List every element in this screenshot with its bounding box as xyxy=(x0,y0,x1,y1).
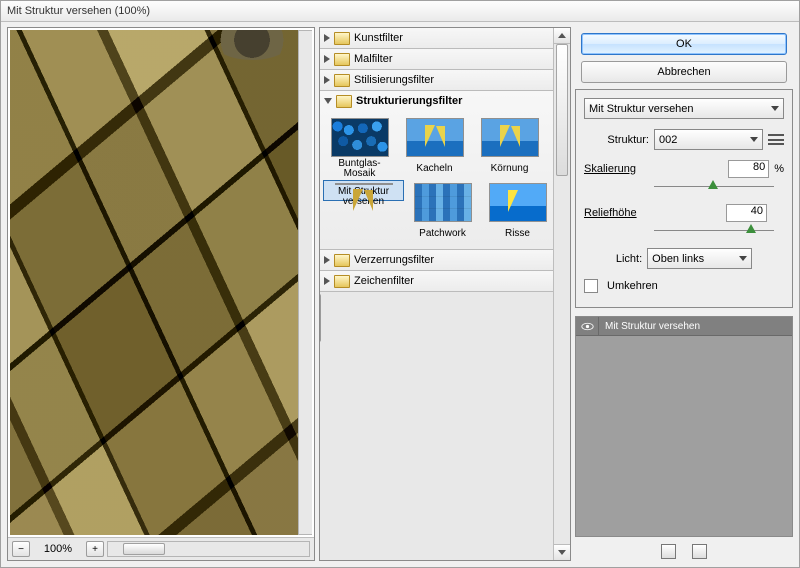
category-label: Kunstfilter xyxy=(354,32,403,44)
folder-icon xyxy=(334,275,350,288)
new-effect-layer-icon[interactable] xyxy=(661,544,676,559)
category-strukturierungsfilter[interactable]: Strukturierungsfilter xyxy=(320,91,570,111)
filter-name-select[interactable]: Mit Struktur versehen xyxy=(584,98,784,119)
cancel-button[interactable]: Abbrechen xyxy=(581,61,787,83)
filter-thumb-label: Patchwork xyxy=(419,224,466,244)
category-malfilter[interactable]: Malfilter xyxy=(320,49,570,69)
filter-thumb-icon xyxy=(481,118,539,157)
licht-value: Oben links xyxy=(652,253,704,265)
filter-options-box: Mit Struktur versehen Struktur: 002 Skal… xyxy=(575,89,793,308)
filter-koernung[interactable]: Körnung xyxy=(473,115,546,180)
filter-categories-panel: Kunstfilter Malfilter Stilisierungsfilte… xyxy=(319,27,571,561)
collapse-icon xyxy=(324,98,332,104)
filter-thumb-icon xyxy=(331,118,389,157)
delete-effect-layer-icon[interactable] xyxy=(692,544,707,559)
visibility-toggle[interactable] xyxy=(576,317,599,335)
filter-thumbnails: Buntglas-Mosaik Kacheln Körnung Mit Stru… xyxy=(320,111,570,249)
category-label: Zeichenfilter xyxy=(354,275,414,287)
struktur-select[interactable]: 002 xyxy=(654,129,763,150)
relief-slider[interactable] xyxy=(654,224,774,238)
filter-buntglas-mosaik[interactable]: Buntglas-Mosaik xyxy=(323,115,396,180)
folder-icon xyxy=(334,53,350,66)
filter-gallery-window: Mit Struktur versehen (100%) − 100% + Ku… xyxy=(0,0,800,568)
filter-risse[interactable]: Risse xyxy=(481,180,554,245)
category-label: Verzerrungsfilter xyxy=(354,254,434,266)
umkehren-checkbox[interactable] xyxy=(584,279,598,293)
filter-mit-struktur-versehen[interactable]: Mit Struktur versehen xyxy=(323,180,404,201)
panel-splitter[interactable] xyxy=(319,294,321,342)
preview-image[interactable] xyxy=(10,30,312,535)
window-title: Mit Struktur versehen (100%) xyxy=(7,5,150,17)
categories-scrollbar[interactable] xyxy=(553,28,570,560)
category-zeichenfilter[interactable]: Zeichenfilter xyxy=(320,271,570,291)
expand-icon xyxy=(324,256,330,264)
expand-icon xyxy=(324,277,330,285)
skalierung-unit: % xyxy=(774,163,784,175)
eye-icon xyxy=(581,322,594,331)
skalierung-input[interactable]: 80 xyxy=(728,160,769,178)
filter-patchwork[interactable]: Patchwork xyxy=(406,180,479,245)
preview-panel: − 100% + xyxy=(7,27,315,561)
relief-input[interactable]: 40 xyxy=(726,204,767,222)
expand-icon xyxy=(324,55,330,63)
dropdown-icon xyxy=(750,137,758,142)
preview-horizontal-scrollbar[interactable] xyxy=(107,541,310,557)
category-label: Malfilter xyxy=(354,53,393,65)
filter-thumb-label: Kacheln xyxy=(416,159,452,179)
zoom-level: 100% xyxy=(33,543,83,555)
effect-layer-row[interactable]: Mit Struktur versehen xyxy=(576,317,792,336)
licht-label: Licht: xyxy=(616,253,642,265)
folder-icon xyxy=(334,74,350,87)
category-kunstfilter[interactable]: Kunstfilter xyxy=(320,28,570,48)
settings-panel: OK Abbrechen Mit Struktur versehen Struk… xyxy=(575,27,793,561)
filter-thumb-icon xyxy=(335,183,393,185)
folder-icon xyxy=(334,254,350,267)
zoom-in-button[interactable]: + xyxy=(86,541,104,557)
category-stilisierungsfilter[interactable]: Stilisierungsfilter xyxy=(320,70,570,90)
folder-icon xyxy=(336,95,352,108)
umkehren-label: Umkehren xyxy=(607,280,658,292)
effect-layer-name: Mit Struktur versehen xyxy=(599,321,700,332)
dropdown-icon xyxy=(771,106,779,111)
filter-thumb-icon xyxy=(489,183,547,222)
struktur-value: 002 xyxy=(659,134,677,146)
effect-layers-panel: Mit Struktur versehen xyxy=(575,316,793,537)
ok-button[interactable]: OK xyxy=(581,33,787,55)
filter-name-value: Mit Struktur versehen xyxy=(589,103,694,115)
expand-icon xyxy=(324,76,330,84)
filter-thumb-icon xyxy=(414,183,472,222)
skalierung-slider[interactable] xyxy=(654,180,774,194)
expand-icon xyxy=(324,34,330,42)
filter-thumb-label: Risse xyxy=(505,224,530,244)
folder-icon xyxy=(334,32,350,45)
window-titlebar: Mit Struktur versehen (100%) xyxy=(1,1,799,22)
skalierung-label: Skalierung xyxy=(584,163,723,175)
category-label: Strukturierungsfilter xyxy=(356,95,462,107)
filter-thumb-label: Buntglas-Mosaik xyxy=(324,159,395,179)
struktur-menu-icon[interactable] xyxy=(768,134,784,145)
preview-vertical-scrollbar[interactable] xyxy=(298,30,312,535)
category-label: Stilisierungsfilter xyxy=(354,74,434,86)
dropdown-icon xyxy=(739,256,747,261)
struktur-label: Struktur: xyxy=(584,134,649,146)
filter-kacheln[interactable]: Kacheln xyxy=(398,115,471,180)
layer-actions-bar xyxy=(575,541,793,561)
filter-thumb-icon xyxy=(406,118,464,157)
zoom-out-button[interactable]: − xyxy=(12,541,30,557)
licht-select[interactable]: Oben links xyxy=(647,248,752,269)
filter-thumb-label: Körnung xyxy=(491,159,529,179)
category-verzerrungsfilter[interactable]: Verzerrungsfilter xyxy=(320,250,570,270)
relief-label: Reliefhöhe xyxy=(584,207,721,219)
